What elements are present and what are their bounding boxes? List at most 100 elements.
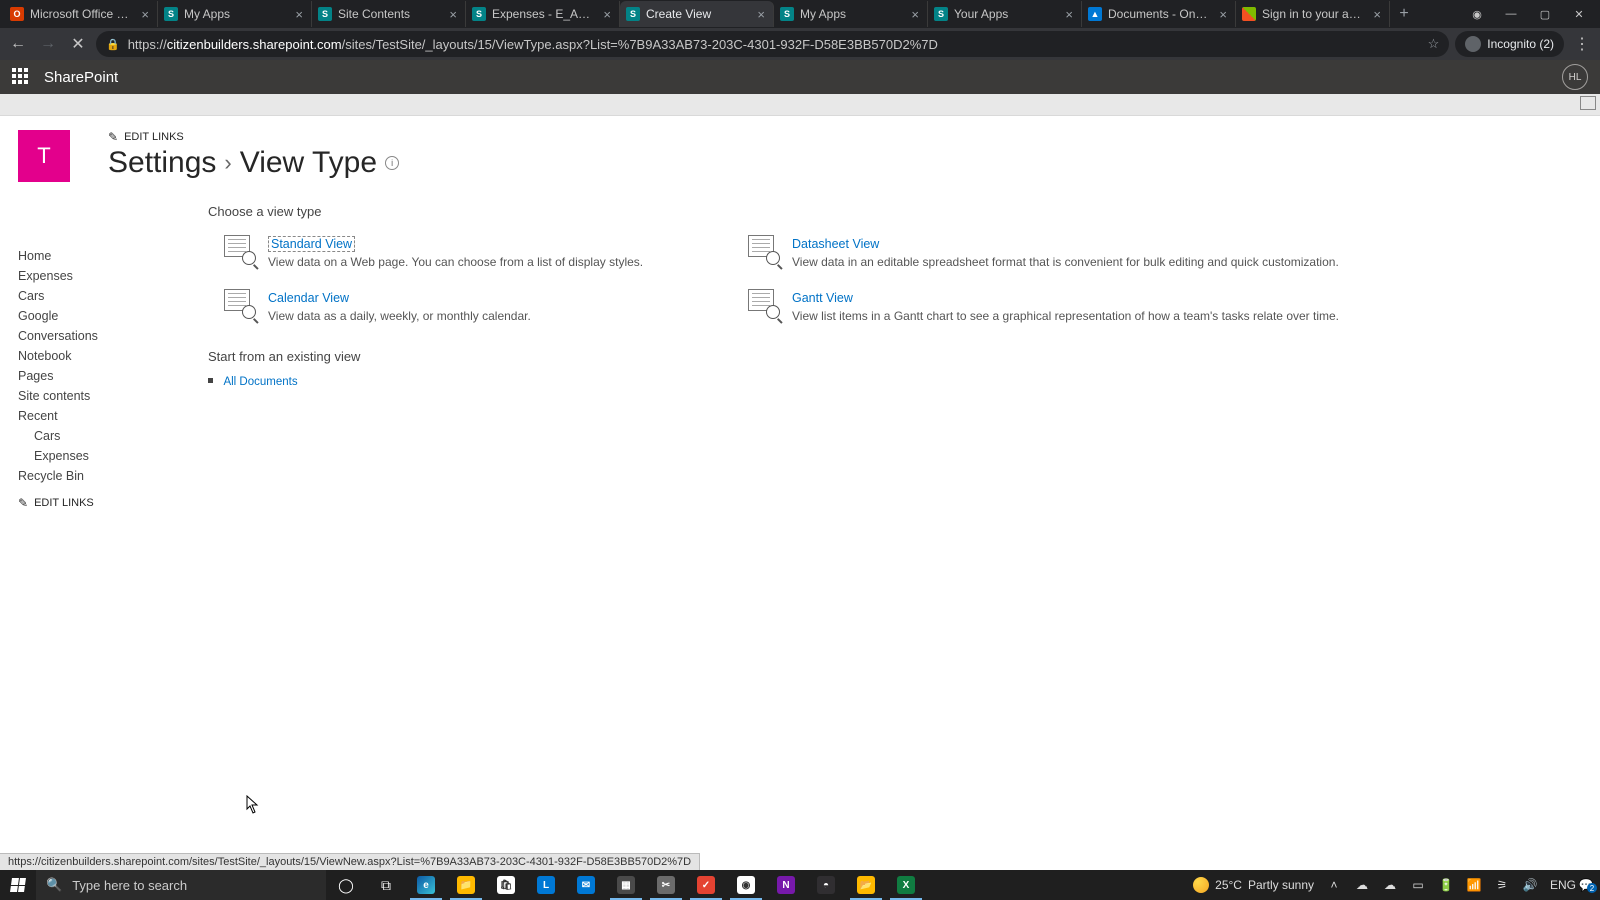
tab-site-contents[interactable]: S Site Contents × [312,1,466,27]
system-tray: 25°C Partly sunny ˄ ☁ ☁ ▭ 🔋 📶 ⚞ 🔊 ENG 💬 [1193,877,1600,893]
mail-taskbar-icon[interactable]: ✉ [566,870,606,900]
help-info-icon[interactable]: i [385,156,399,170]
browser-menu-button[interactable]: ⋮ [1570,34,1594,54]
file-explorer-taskbar-icon[interactable]: 📁 [446,870,486,900]
windows-taskbar: 🔍 Type here to search ◯ ⧉ e 📁 🛍 L ✉ ▦ ✂ … [0,870,1600,900]
close-icon[interactable]: × [909,7,921,22]
tab-expenses[interactable]: S Expenses - E_Account × [466,1,620,27]
tab-office-home[interactable]: O Microsoft Office Home × [4,1,158,27]
close-icon[interactable]: × [601,7,613,22]
stop-reload-button[interactable]: ✕ [66,32,90,56]
tab-title: Documents - OneDriv [1108,7,1211,21]
view-calendar: Calendar View View data as a daily, week… [224,289,748,323]
sharepoint-favicon-icon: S [780,7,794,21]
tab-create-view[interactable]: S Create View × [620,1,774,27]
back-button[interactable]: ← [6,32,30,56]
standard-view-link[interactable]: Standard View [268,236,355,252]
close-icon[interactable]: × [1063,7,1075,22]
tray-onedrive-work-icon[interactable]: ☁ [1382,878,1398,892]
incognito-label: Incognito (2) [1487,37,1554,51]
edge-taskbar-icon[interactable]: e [406,870,446,900]
url-text: https://citizenbuilders.sharepoint.com/s… [128,37,1420,52]
bookmark-star-icon[interactable]: ☆ [1428,36,1440,52]
search-icon: 🔍 [46,877,62,893]
close-icon[interactable]: × [293,7,305,22]
excel-taskbar-icon[interactable]: X [886,870,926,900]
tab-title: Site Contents [338,7,441,21]
calculator-taskbar-icon[interactable]: ▦ [606,870,646,900]
tab-strip: O Microsoft Office Home × S My Apps × S … [0,0,1600,28]
link-hover-status: https://citizenbuilders.sharepoint.com/s… [0,853,700,870]
datasheet-view-link[interactable]: Datasheet View [792,237,879,251]
office-favicon-icon: O [10,7,24,21]
view-datasheet: Datasheet View View data in an editable … [748,235,1582,269]
cortana-button[interactable]: ⧉ [366,870,406,900]
lock-icon: 🔒 [106,38,120,51]
explorer-folder-taskbar-icon[interactable]: 📂 [846,870,886,900]
weather-widget[interactable]: 25°C Partly sunny [1193,877,1314,893]
tray-network-icon[interactable]: 📶 [1466,878,1482,892]
chrome-taskbar-icon[interactable]: ◉ [726,870,766,900]
crumb-view-type: View Type [240,146,377,180]
all-documents-link[interactable]: All Documents [223,376,297,388]
site-logo[interactable]: T [18,130,70,182]
taskbar-pinned-apps: ◯ ⧉ e 📁 🛍 L ✉ ▦ ✂ ✓ ◉ N ◓ 📂 X [326,870,926,900]
app-launcher-icon[interactable] [12,68,30,86]
obs-taskbar-icon[interactable]: ◓ [806,870,846,900]
weather-icon [1193,877,1209,893]
tab-title: My Apps [184,7,287,21]
pencil-icon: ✎ [18,496,28,510]
tray-language[interactable]: ENG [1550,878,1566,892]
tray-volume-icon[interactable]: 🔊 [1522,878,1538,892]
focus-on-content-button[interactable] [1580,96,1596,110]
onenote-taskbar-icon[interactable]: N [766,870,806,900]
store-taskbar-icon[interactable]: 🛍 [486,870,526,900]
existing-view-row: All Documents [208,372,1582,390]
tab-onedrive[interactable]: ▲ Documents - OneDriv × [1082,1,1236,27]
pencil-icon: ✎ [108,130,118,144]
tray-meet-now-icon[interactable]: ▭ [1410,878,1426,892]
close-icon[interactable]: × [139,7,151,22]
edit-links-top[interactable]: ✎ EDIT LINKS [108,130,1582,144]
close-window-button[interactable]: ✕ [1562,1,1596,27]
url-field[interactable]: 🔒 https://citizenbuilders.sharepoint.com… [96,31,1449,57]
tab-my-apps-1[interactable]: S My Apps × [158,1,312,27]
new-tab-button[interactable]: + [1390,5,1418,23]
crumb-settings[interactable]: Settings [108,146,216,180]
tray-battery-icon[interactable]: 🔋 [1438,878,1454,892]
tray-action-center-icon[interactable]: 💬 [1578,878,1594,892]
tray-wifi-icon[interactable]: ⚞ [1494,878,1510,892]
tab-title: Create View [646,7,749,21]
tab-title: My Apps [800,7,903,21]
view-standard: Standard View View data on a Web page. Y… [224,235,748,269]
standard-view-desc: View data on a Web page. You can choose … [268,255,643,269]
close-icon[interactable]: × [447,7,459,22]
forward-button[interactable]: → [36,32,60,56]
tray-onedrive-icon[interactable]: ☁ [1354,878,1370,892]
edit-links-label: EDIT LINKS [34,497,94,509]
minimize-button[interactable]: ― [1494,1,1528,27]
snip-taskbar-icon[interactable]: ✂ [646,870,686,900]
task-view-button[interactable]: ◯ [326,870,366,900]
close-icon[interactable]: × [1371,7,1383,22]
todoist-taskbar-icon[interactable]: ✓ [686,870,726,900]
calendar-view-link[interactable]: Calendar View [268,291,349,305]
gantt-view-link[interactable]: Gantt View [792,291,853,305]
tab-my-apps-2[interactable]: S My Apps × [774,1,928,27]
suite-product-name[interactable]: SharePoint [44,69,118,86]
start-button[interactable] [0,870,36,900]
suite-bar: SharePoint HL [0,60,1600,94]
datasheet-view-icon [748,235,780,263]
taskbar-search[interactable]: 🔍 Type here to search [36,870,326,900]
app-l-taskbar-icon[interactable]: L [526,870,566,900]
crumb-separator: › [224,150,231,176]
tray-chevron-up-icon[interactable]: ˄ [1326,878,1342,892]
maximize-button[interactable]: ▢ [1528,1,1562,27]
close-icon[interactable]: × [755,7,767,22]
incognito-chip[interactable]: Incognito (2) [1455,31,1564,57]
tab-your-apps[interactable]: S Your Apps × [928,1,1082,27]
tab-signin[interactable]: Sign in to your accoun × [1236,1,1390,27]
close-icon[interactable]: × [1217,7,1229,22]
user-avatar[interactable]: HL [1562,64,1588,90]
chrome-account-icon[interactable]: ◉ [1460,1,1494,27]
